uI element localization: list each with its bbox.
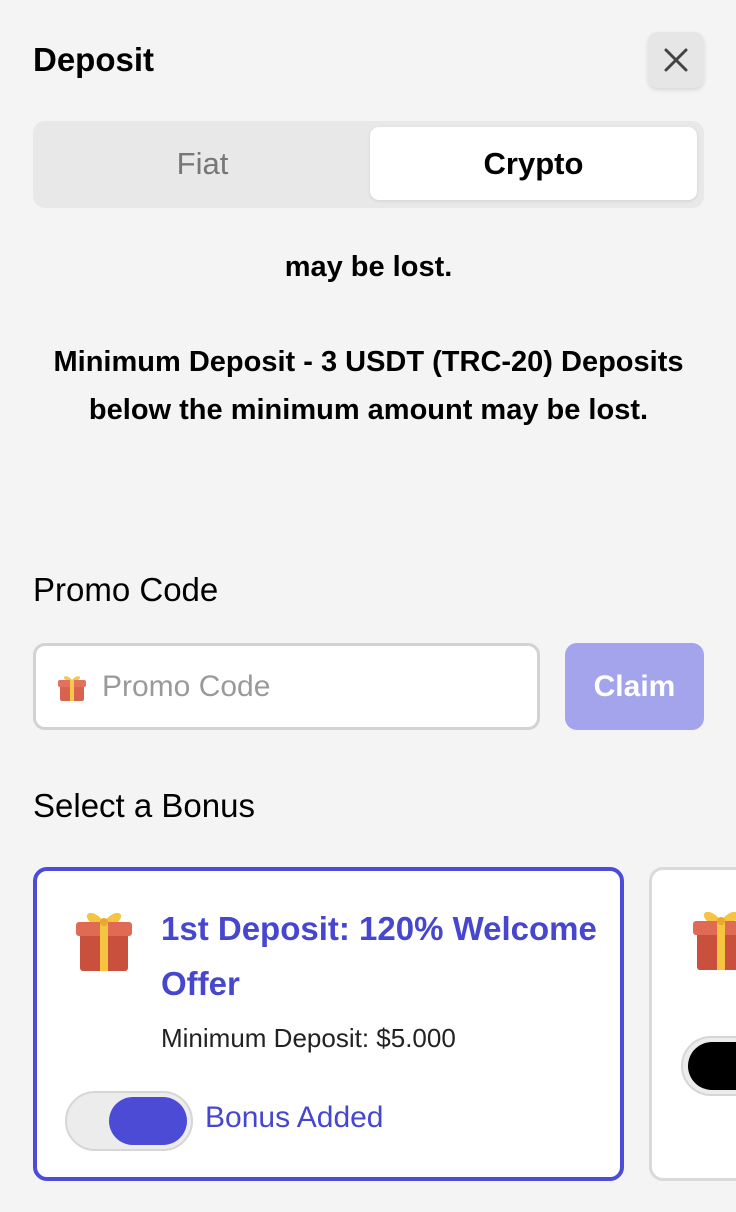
close-button[interactable] [648, 32, 704, 88]
payment-method-tabs: Fiat Crypto [33, 121, 704, 208]
page-title: Deposit [33, 41, 155, 78]
minimum-deposit-notice: Minimum Deposit - 3 USDT (TRC-20) Deposi… [53, 346, 684, 426]
gift-icon [58, 675, 86, 701]
promo-code-input[interactable] [102, 669, 502, 704]
toggle-knob [688, 1042, 736, 1090]
bonus-min-deposit: Minimum Deposit: $5.000 [161, 1023, 456, 1053]
promo-code-field[interactable] [33, 643, 540, 730]
gift-icon [76, 912, 132, 971]
bonus-toggle-label: Bonus Added [205, 1101, 384, 1134]
tab-crypto[interactable]: Crypto [370, 127, 697, 200]
promo-code-heading: Promo Code [33, 571, 219, 608]
claim-button[interactable]: Claim [565, 643, 704, 730]
bonus-offer-title: 1st Deposit: 120% Welcome Offer [161, 910, 597, 1002]
bonus-toggle[interactable] [681, 1036, 736, 1096]
bonus-card-welcome-offer[interactable]: 1st Deposit: 120% Welcome Offer Minimum … [33, 867, 624, 1181]
close-icon [664, 48, 688, 72]
bonus-toggle[interactable] [65, 1091, 193, 1151]
gift-icon [693, 911, 736, 970]
toggle-knob [109, 1097, 187, 1145]
select-bonus-heading: Select a Bonus [33, 787, 255, 824]
notice-fragment: may be lost. [284, 251, 453, 283]
bonus-card-next[interactable] [649, 867, 736, 1181]
deposit-page: Deposit Fiat Crypto may be lost. Minimum… [0, 0, 736, 1212]
tab-fiat[interactable]: Fiat [39, 127, 366, 200]
